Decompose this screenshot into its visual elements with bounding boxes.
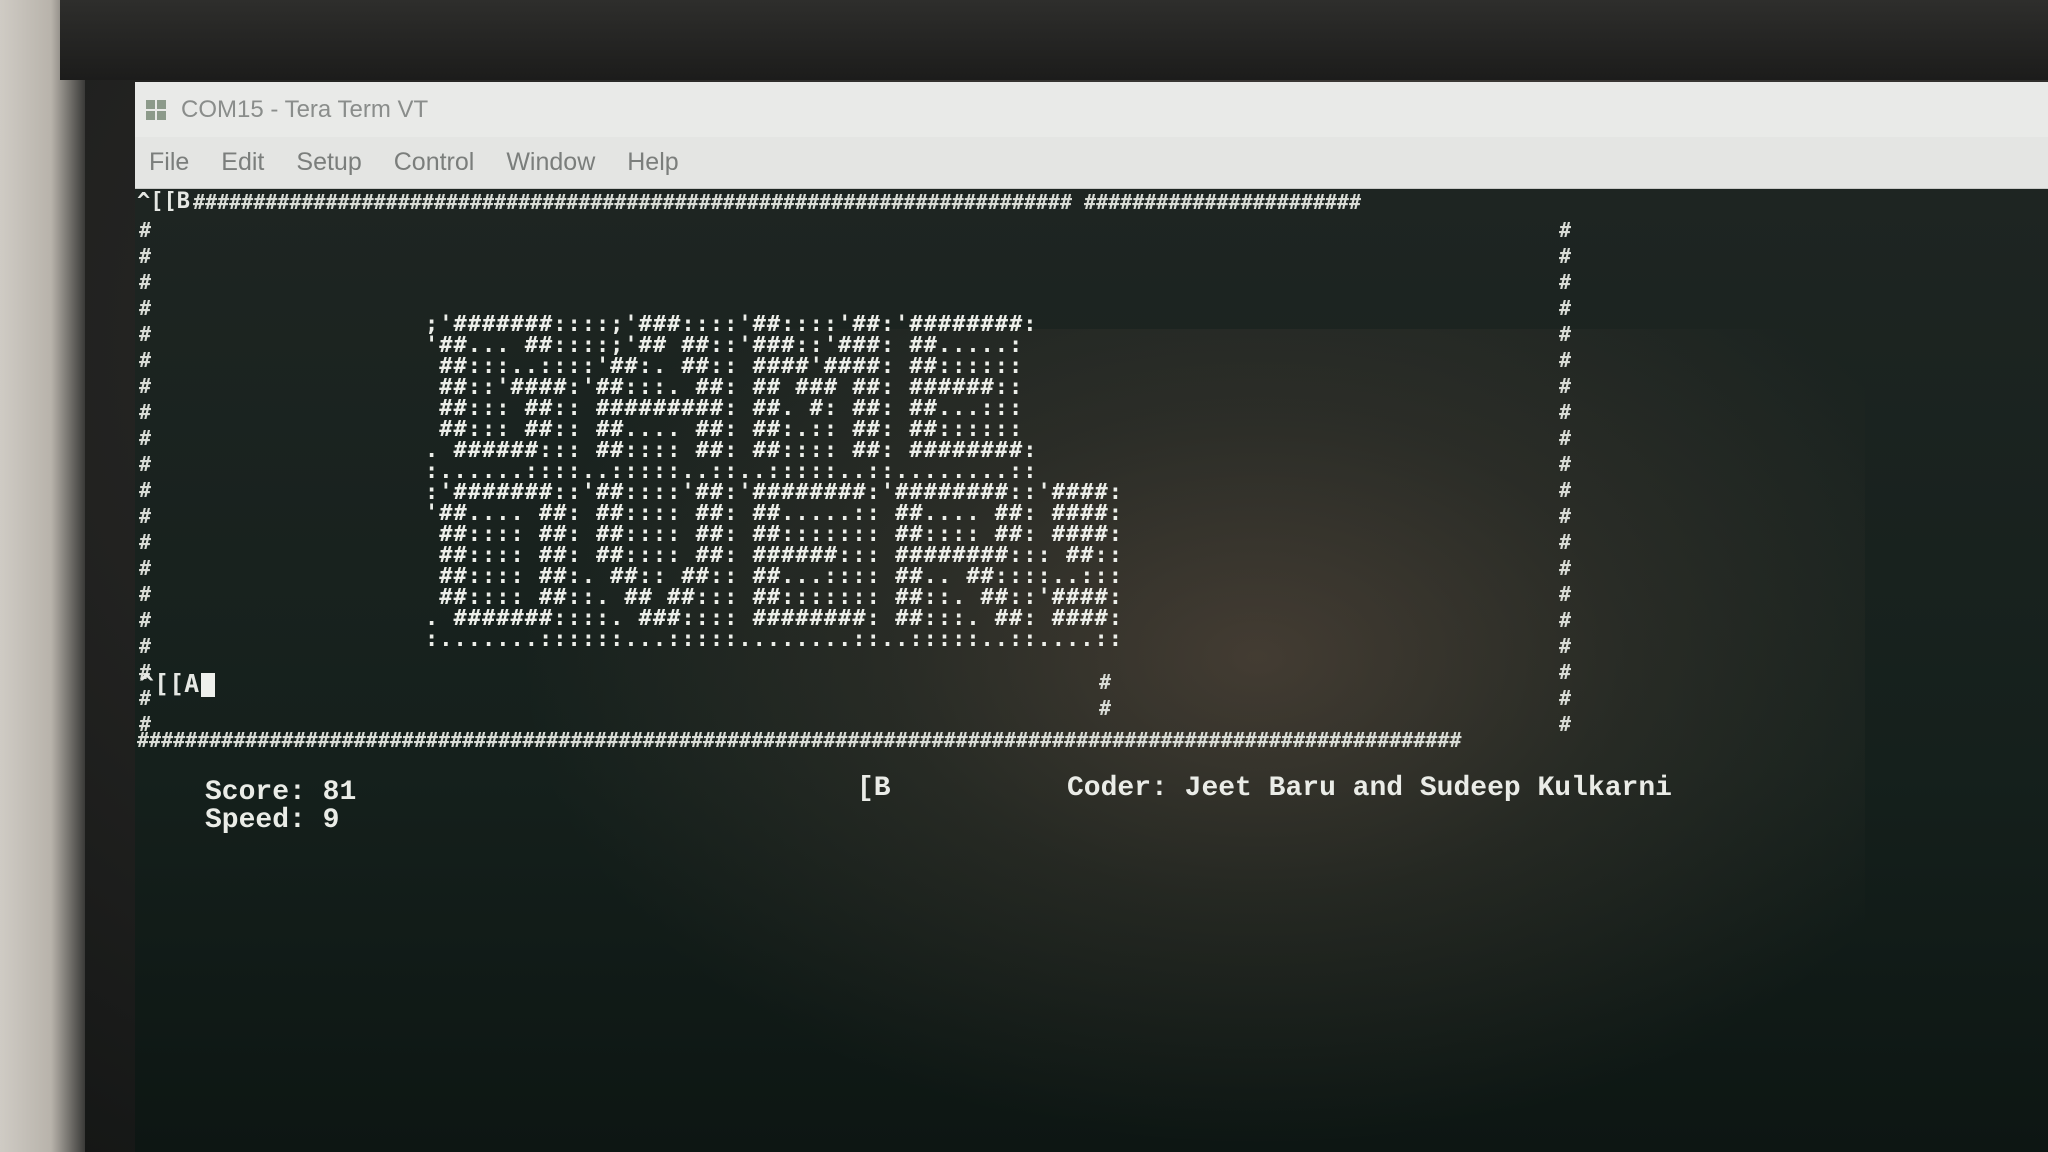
ascii-art-line: . #######::::. ###:::: ########: ##:::. … — [425, 606, 1124, 631]
terminal-cursor — [201, 673, 216, 697]
coder-credits: Coder: Jeet Baru and Sudeep Kulkarni — [1067, 773, 1672, 804]
menu-bar: File Edit Setup Control Window Help — [135, 137, 2048, 189]
laptop-screen: COM15 - Tera Term VT File Edit Setup Con… — [135, 82, 2048, 1152]
game-border-bottom: ########################################… — [137, 728, 1462, 752]
laptop-bezel-top — [60, 0, 2048, 80]
laptop-bezel-left — [0, 0, 85, 1152]
photo-scene: COM15 - Tera Term VT File Edit Setup Con… — [0, 0, 2048, 1152]
mid-escape-sequence: [B — [857, 773, 891, 804]
ascii-art-line: '##.... ##: ##:::: ##: ##.....:: ##.... … — [425, 501, 1124, 526]
ascii-art-line: :'#######::'##::::'##:'########:'#######… — [425, 480, 1124, 505]
game-border-right: # # # # # # # # # # # # # # # # # # # # — [1559, 218, 1572, 736]
ascii-art-line: ##:::: ##::. ## ##::: ##::::::: ##::. ##… — [425, 585, 1124, 610]
tera-term-icon — [145, 99, 167, 121]
ascii-art-line: ##::'####:'##:::. ##: ## ### ##: ######:… — [425, 375, 1024, 400]
coder-label: Coder: — [1067, 773, 1168, 804]
ascii-art-line: :......::::..:::::..::..:::::..::.......… — [425, 459, 1038, 484]
ascii-art-line: ##:::: ##: ##:::: ##: ######::: ########… — [425, 543, 1124, 568]
menu-edit[interactable]: Edit — [221, 148, 264, 177]
ascii-art-line: :.......::::::...:::::........::..:::::.… — [425, 627, 1124, 652]
score-line: Score: 81 — [205, 777, 356, 808]
menu-control[interactable]: Control — [394, 148, 475, 177]
ascii-art-line: ##:::: ##:. ##:: ##:: ##...:::: ##.. ##:… — [425, 564, 1124, 589]
game-over-ascii-art: ;'#######::::;'###::::'##::::'##:'######… — [425, 312, 1124, 652]
menu-setup[interactable]: Setup — [296, 148, 361, 177]
speed-label: Speed: — [205, 805, 306, 836]
window-title: COM15 - Tera Term VT — [181, 95, 429, 123]
window-titlebar[interactable]: COM15 - Tera Term VT — [135, 82, 2048, 137]
ascii-art-line: ##::: ##:: #########: ##. #: ##: ##...::… — [425, 396, 1024, 421]
ascii-art-line: ##::: ##:: ##.... ##: ##:.:: ##: ##:::::… — [425, 417, 1024, 442]
ascii-art-line: ;'#######::::;'###::::'##::::'##:'######… — [425, 312, 1038, 337]
coder-names: Jeet Baru and Sudeep Kulkarni — [1184, 773, 1672, 804]
ascii-art-line: ##:::: ##: ##:::: ##: ##::::::: ##:::: #… — [425, 522, 1124, 547]
terminal-area[interactable]: ^[[B ###################################… — [135, 189, 2048, 1152]
ascii-art-line: . ######::: ##:::: ##: ##:::: ##: ######… — [425, 438, 1038, 463]
ascii-art-line: '##... ##::::;'## ##::'###::'###: ##....… — [425, 333, 1024, 358]
speed-value: 9 — [322, 805, 340, 836]
speed-line: Speed: 9 — [205, 805, 339, 836]
top-escape-sequence: ^[[B — [137, 189, 190, 214]
ascii-art-line: ##:::..::::'##:. ##:: ####'####: ##:::::… — [425, 354, 1024, 379]
menu-window[interactable]: Window — [506, 148, 595, 177]
bottom-escape-sequence: ^[[A — [139, 669, 216, 698]
score-value: 81 — [322, 777, 357, 808]
menu-file[interactable]: File — [149, 148, 189, 177]
game-border-left: # # # # # # # # # # # # # # # # # # # # — [139, 218, 152, 736]
snake-segment: # # — [1099, 670, 1112, 720]
game-border-top: ########################################… — [193, 190, 1361, 214]
menu-help[interactable]: Help — [627, 148, 678, 177]
score-label: Score: — [205, 777, 306, 808]
